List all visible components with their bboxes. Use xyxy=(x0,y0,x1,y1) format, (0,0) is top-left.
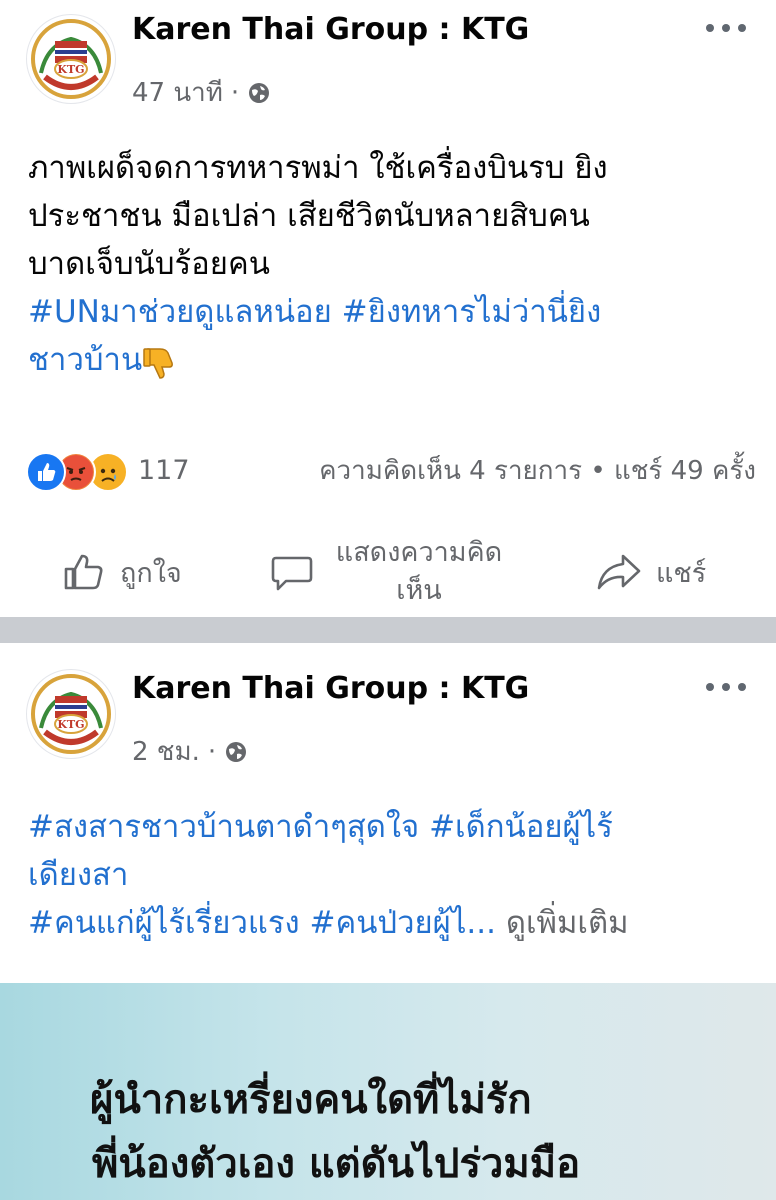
image-text-line: ผู้นำกะเหรี่ยงคนใดที่ไม่รัก xyxy=(90,1077,532,1123)
thumbs-down-emoji xyxy=(143,347,174,379)
like-reaction-icon xyxy=(26,452,66,492)
page-avatar[interactable]: KTG xyxy=(26,14,116,104)
page-name[interactable]: Karen Thai Group : KTG xyxy=(132,671,529,706)
see-more-link[interactable]: ดูเพิ่มเติม xyxy=(506,905,629,941)
share-button[interactable]: แชร์ xyxy=(596,550,706,594)
post-actions: ถูกใจ แสดงความคิดเห็น แชร์ xyxy=(0,526,776,616)
meta-separator: · xyxy=(230,77,240,108)
share-icon xyxy=(597,554,641,590)
page-name[interactable]: Karen Thai Group : KTG xyxy=(132,12,529,47)
comment-icon xyxy=(271,556,313,591)
reactions-bar[interactable]: 117 ความคิดเห็น 4 รายการ • แชร์ 49 ครั้ง xyxy=(26,452,756,492)
post-meta: 47 นาที · xyxy=(132,72,271,113)
image-text-line: พี่น้องตัวเอง แต่ดันไปร่วมมือ xyxy=(92,1141,581,1187)
more-options-icon[interactable] xyxy=(706,18,746,38)
more-options-icon[interactable] xyxy=(706,677,746,697)
svg-text:KTG: KTG xyxy=(57,63,84,76)
hashtag-link[interactable]: #สงสารชาวบ้านตาดำๆสุดใจ #เด็กน้อยผู้ไร้ xyxy=(28,803,752,851)
like-button[interactable]: ถูกใจ xyxy=(62,550,182,594)
reaction-count[interactable]: 117 xyxy=(138,452,190,490)
globe-icon xyxy=(226,741,247,762)
post-body: #สงสารชาวบ้านตาดำๆสุดใจ #เด็กน้อยผู้ไร้ … xyxy=(28,803,752,947)
like-icon xyxy=(64,554,103,590)
comment-share-stats[interactable]: ความคิดเห็น 4 รายการ • แชร์ 49 ครั้ง xyxy=(319,452,756,490)
body-line: บาดเจ็บนับร้อยคน xyxy=(28,246,270,282)
comment-label: แสดงความคิดเห็น xyxy=(335,537,503,606)
post-meta: 2 ชม. · xyxy=(132,731,248,772)
post-card: KTG Karen Thai Group : KTG 47 นาที · ภาพ… xyxy=(0,0,776,617)
feed-divider xyxy=(0,617,776,643)
post-card: KTG Karen Thai Group : KTG 2 ชม. · #สงสา… xyxy=(0,643,776,1200)
svg-text:KTG: KTG xyxy=(57,718,84,731)
globe-icon xyxy=(249,82,270,103)
hashtag-link[interactable]: #UNมาช่วยดูแลหน่อย #ยิงทหารไม่ว่านี่ยิง xyxy=(28,288,752,336)
hashtag-link[interactable]: ชาวบ้าน xyxy=(28,342,142,378)
like-label: ถูกใจ xyxy=(120,557,182,589)
ktg-logo-avatar: KTG xyxy=(28,671,114,757)
meta-separator: · xyxy=(207,736,217,767)
post-image[interactable]: ผู้นำกะเหรี่ยงคนใดที่ไม่รัก พี่น้องตัวเอ… xyxy=(0,983,776,1200)
comment-button[interactable]: แสดงความคิดเห็น xyxy=(270,534,514,610)
body-line: ประชาชน มือเปล่า เสียชีวิตนับหลายสิบคน xyxy=(28,198,590,234)
post-time[interactable]: 2 ชม. xyxy=(132,731,200,772)
ktg-logo-avatar: KTG xyxy=(28,16,114,102)
hashtag-link[interactable]: #คนแก่ผู้ไร้เรี่ยวแรง #คนป่วยผู้ไ... xyxy=(28,905,496,941)
post-body: ภาพเผด็จดการทหารพม่า ใช้เครื่องบินรบ ยิง… xyxy=(28,144,752,384)
share-label: แชร์ xyxy=(656,557,707,589)
page-avatar[interactable]: KTG xyxy=(26,669,116,759)
hashtag-link[interactable]: เดียงสา xyxy=(28,851,752,899)
post-time[interactable]: 47 นาที xyxy=(132,72,223,113)
body-line: ภาพเผด็จดการทหารพม่า ใช้เครื่องบินรบ ยิง xyxy=(28,150,608,186)
